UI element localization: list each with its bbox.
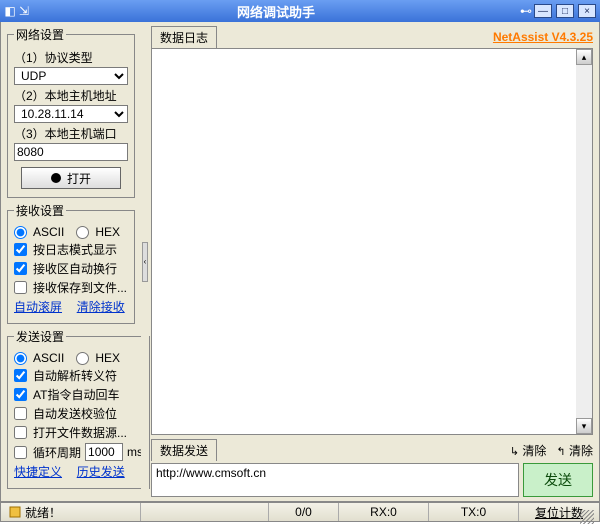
clear-right-button[interactable]: ↰ 清除 [556,442,593,459]
protocol-label: （1）协议类型 [14,49,128,66]
title-bar: ◧ ⇲ 网络调试助手 ⊷ — □ × [0,0,600,22]
send-tab[interactable]: 数据发送 [151,439,217,461]
host-label: （2）本地主机地址 [14,87,128,104]
net-settings-group: 网络设置 （1）协议类型 UDP （2）本地主机地址 10.28.11.14 （… [7,26,135,198]
status-counter: 0/0 [269,503,339,521]
at-echo-checkbox[interactable] [14,388,27,401]
history-link[interactable]: 历史发送 [77,463,125,480]
send-settings-legend: 发送设置 [14,328,66,345]
recv-hex-radio[interactable] [76,226,89,239]
pin-icon[interactable]: ⇲ [18,5,30,17]
left-panel: 网络设置 （1）协议类型 UDP （2）本地主机地址 10.28.11.14 （… [1,22,141,501]
resize-grip-icon[interactable] [580,510,594,524]
auto-escape-checkbox[interactable] [14,369,27,382]
open-button[interactable]: 打开 [21,167,121,189]
port-label: （3）本地主机端口 [14,125,128,142]
clear-left-button[interactable]: ↳ 清除 [510,442,547,459]
send-ascii-radio[interactable] [14,352,27,365]
scroll-up-icon[interactable]: ▴ [576,49,592,65]
send-button[interactable]: 发送 [523,463,593,497]
log-mode-checkbox[interactable] [14,243,27,256]
status-bar: 就绪！ 0/0 RX:0 TX:0 复位计数 [0,502,600,522]
auto-scroll-link[interactable]: 自动滚屏 [14,298,62,315]
protocol-select[interactable]: UDP [14,67,128,85]
right-panel: 数据日志 NetAssist V4.3.25 ▴ ▾ 数据发送 ↳ 清除 ↰ 清… [149,22,599,501]
log-tab[interactable]: 数据日志 [151,26,217,48]
auto-wrap-checkbox[interactable] [14,262,27,275]
status-ready: 就绪！ [25,504,61,521]
sticky-icon[interactable]: ⊷ [520,5,532,17]
arrow-down-icon: ↳ [510,446,519,458]
save-file-checkbox[interactable] [14,281,27,294]
recv-settings-legend: 接收设置 [14,202,66,219]
open-button-label: 打开 [67,170,91,187]
status-ready-icon [9,506,21,518]
recv-settings-group: 接收设置 ASCII HEX 按日志模式显示 接收区自动换行 接收保存到文件..… [7,202,135,324]
minimize-button[interactable]: — [534,4,552,18]
sysmenu-icon[interactable]: ◧ [4,5,16,17]
open-file-src-checkbox[interactable] [14,426,27,439]
host-select[interactable]: 10.28.11.14 [14,105,128,123]
port-input[interactable] [14,143,128,161]
window-title: 网络调试助手 [32,2,520,21]
net-settings-legend: 网络设置 [14,26,66,43]
send-hex-radio[interactable] [76,352,89,365]
arrow-up-icon: ↰ [556,446,565,458]
status-tx: TX:0 [429,503,519,521]
status-dot-icon [51,173,61,183]
auto-checksum-checkbox[interactable] [14,407,27,420]
clear-recv-link[interactable]: 清除接收 [77,298,125,315]
maximize-button[interactable]: □ [556,4,574,18]
send-textarea[interactable]: http://www.cmsoft.cn [151,463,519,497]
close-button[interactable]: × [578,4,596,18]
status-rx: RX:0 [339,503,429,521]
splitter-handle-icon: ‹ [142,242,148,282]
shortcut-link[interactable]: 快捷定义 [14,463,62,480]
scroll-down-icon[interactable]: ▾ [576,418,592,434]
scrollbar[interactable]: ▴ ▾ [576,49,592,434]
cycle-checkbox[interactable] [14,446,27,459]
version-link[interactable]: NetAssist V4.3.25 [493,30,593,44]
recv-ascii-radio[interactable] [14,226,27,239]
send-settings-group: 发送设置 ASCII HEX 自动解析转义符 AT指令自动回车 自动发送校验位 … [7,328,150,489]
cycle-input[interactable] [85,443,123,461]
log-textarea[interactable]: ▴ ▾ [151,48,593,435]
splitter[interactable]: ‹ [141,22,149,501]
